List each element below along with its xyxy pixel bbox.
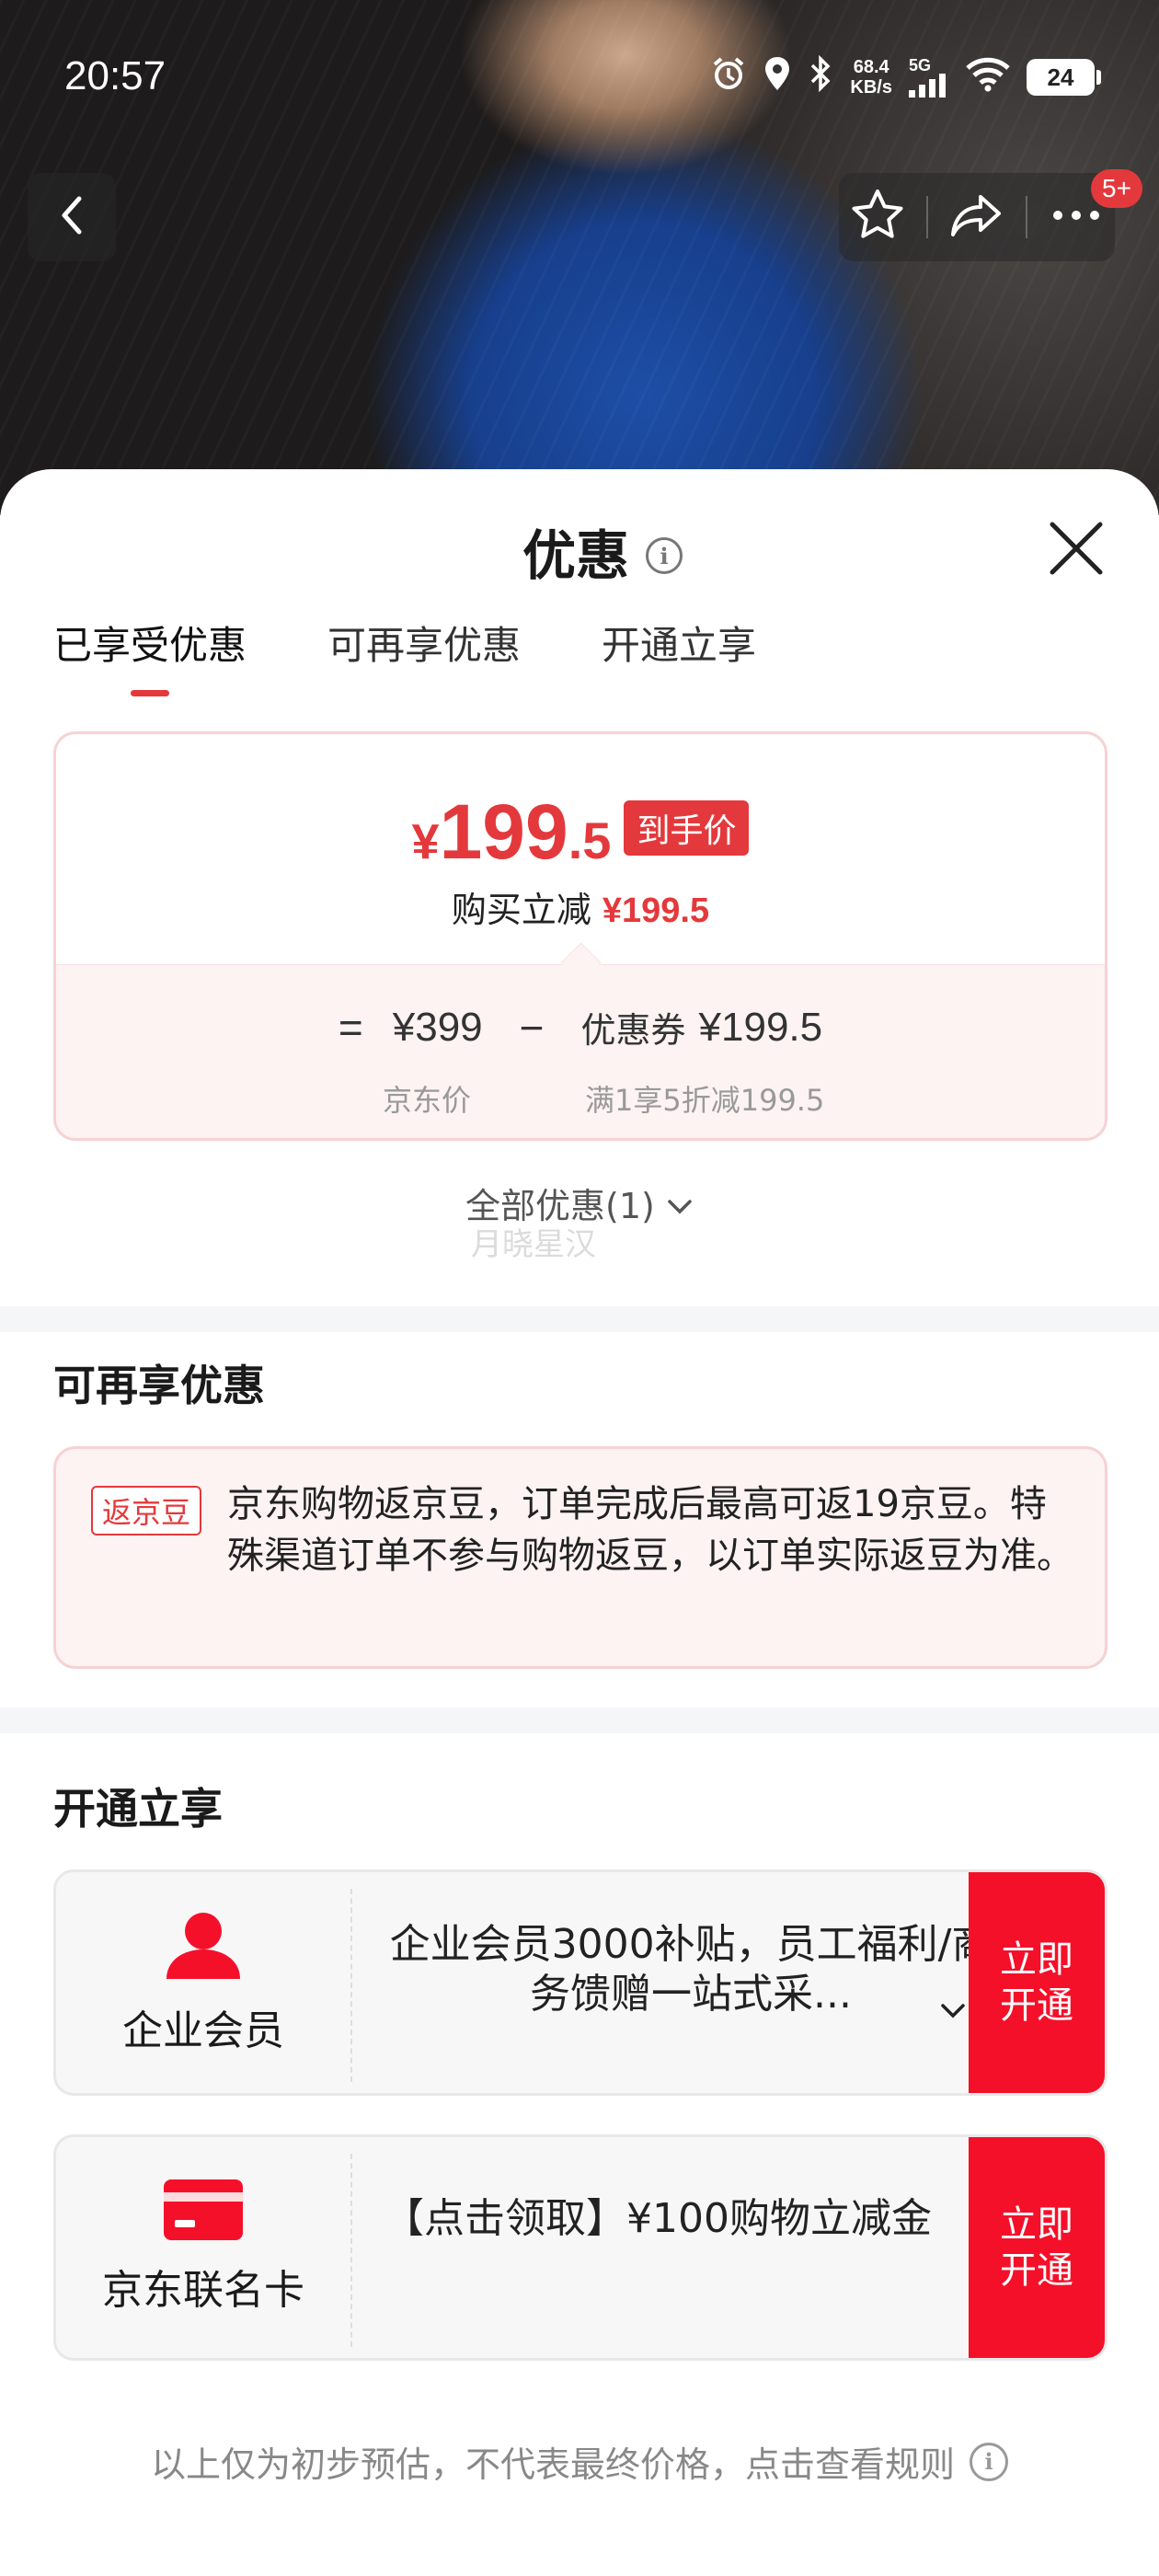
price-breakdown-card: ¥199.5 到手价 购买立减 ¥199.5 = ¥399 − 优惠券 ¥199.… (53, 731, 1107, 1141)
jd-price-label: 京东价 (383, 1083, 472, 1118)
location-icon (763, 55, 791, 100)
credit-card-icon (164, 2179, 243, 2244)
member-type-name: 企业会员 (122, 2007, 284, 2054)
minus-sign: − (519, 1003, 545, 1052)
dashed-divider (350, 1889, 352, 2082)
back-button[interactable] (28, 173, 116, 261)
message-badge: 5+ (1091, 169, 1142, 208)
activate-button[interactable]: 立即开通 (969, 2137, 1105, 2358)
bluetooth-icon (808, 54, 833, 100)
footer-disclaimer[interactable]: 以上仅为初步预估，不代表最终价格，点击查看规则 i (0, 2436, 1159, 2487)
chevron-left-icon (53, 193, 90, 241)
clock: 20:57 (64, 53, 166, 98)
coupon-value: ¥199.5 (698, 1004, 823, 1050)
section-divider (0, 1708, 1159, 1733)
member-desc: 企业会员3000补贴，员工福利/商务馈赠一站式采... (389, 1921, 993, 2018)
signal-icon: 5G (909, 57, 949, 98)
sheet-title: 优惠 (522, 524, 630, 587)
card-type-name: 京东联名卡 (102, 2267, 304, 2314)
close-icon (1050, 522, 1103, 575)
final-price: ¥199.5 (412, 788, 612, 877)
instant-reduction-label: 购买立减 (451, 890, 591, 930)
co-branded-card[interactable]: 京东联名卡 【点击领取】¥100购物立减金 立即开通 (53, 2134, 1107, 2361)
tab-open-to-enjoy[interactable]: 开通立享 (602, 618, 756, 673)
equals-sign: = (338, 1003, 363, 1052)
alarm-icon (710, 55, 747, 100)
tab-enjoyed[interactable]: 已享受优惠 (53, 618, 247, 673)
enterprise-member-card[interactable]: 企业会员 企业会员3000补贴，员工福利/商务馈赠一站式采... 立即开通 (53, 1869, 1107, 2096)
final-price-integer: 199 (439, 788, 568, 875)
dashed-divider (350, 2154, 352, 2347)
divider (926, 196, 929, 238)
price-calculation: = ¥399 − 优惠券 ¥199.5 京东价 满1享5折减199.5 (56, 964, 1105, 1138)
info-icon[interactable]: i (646, 537, 683, 574)
section-title-open: 开通立享 (53, 1784, 223, 1834)
tab-more-available[interactable]: 可再享优惠 (327, 618, 521, 673)
jd-price-value: ¥399 (392, 1004, 483, 1050)
close-button[interactable] (1043, 515, 1109, 581)
card-desc: 【点击领取】¥100购物立减金 (384, 2195, 932, 2242)
rebate-tag: 返京豆 (91, 1486, 202, 1535)
rebate-text: 京东购物返京豆，订单完成后最高可返19京豆。特殊渠道订单不参与购物返豆，以订单实… (227, 1483, 1073, 1577)
net-speed-unit: KB/s (850, 77, 892, 98)
net-speed-value: 68.4 (853, 57, 889, 77)
share-icon[interactable] (947, 186, 1006, 248)
chevron-down-icon[interactable] (939, 2001, 967, 2025)
network-speed: 68.4 KB/s (850, 57, 892, 98)
info-icon[interactable]: i (970, 2442, 1008, 2481)
divider (1025, 196, 1027, 238)
coupon-label: 优惠券 (580, 1010, 686, 1051)
instant-reduction-value: ¥199.5 (602, 891, 710, 930)
user-icon (165, 1909, 242, 1984)
section-divider (0, 1306, 1159, 1332)
favorite-star-icon[interactable] (848, 186, 907, 248)
section-title-more: 可再享优惠 (53, 1361, 265, 1410)
jd-bean-rebate-card: 返京豆 京东购物返京豆，订单完成后最高可返19京豆。特殊渠道订单不参与购物返豆，… (53, 1446, 1107, 1669)
final-price-decimal: .5 (568, 811, 612, 869)
battery-icon: 24 (1027, 59, 1101, 96)
discount-sheet: 优惠 i 已享受优惠 可再享优惠 开通立享 ¥199.5 到手价 购买立减 ¥19… (0, 469, 1159, 2576)
status-bar: 20:57 68.4 KB/s 5G 24 (0, 0, 1159, 156)
coupon-rule: 满1享5折减199.5 (585, 1083, 825, 1118)
final-price-currency: ¥ (411, 814, 440, 869)
disclaimer-text: 以上仅为初步预估，不代表最终价格，点击查看规则 (150, 2444, 955, 2485)
final-price-tag: 到手价 (624, 800, 750, 856)
discount-tabs: 已享受优惠 可再享优惠 开通立享 (53, 618, 756, 673)
network-type: 5G (909, 56, 932, 75)
instant-reduction: 购买立减 ¥199.5 (56, 881, 1105, 932)
activate-button[interactable]: 立即开通 (969, 1872, 1105, 2093)
chevron-down-icon (666, 1186, 694, 1226)
sheet-header: 优惠 i (522, 517, 683, 594)
top-action-bar (839, 173, 1115, 261)
watermark: 月晓星汉 (471, 1226, 596, 1263)
wifi-icon (966, 55, 1010, 100)
